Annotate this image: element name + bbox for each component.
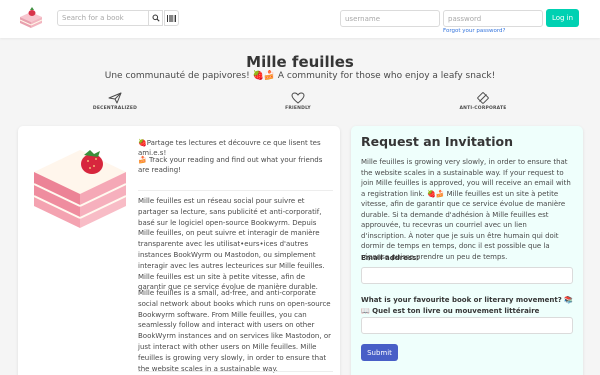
barcode-icon <box>167 14 176 22</box>
divider <box>138 371 333 372</box>
feature-decentralized: DECENTRALIZED <box>70 92 160 111</box>
paper-plane-icon <box>108 92 122 104</box>
forgot-password-link[interactable]: Forgot your password? <box>443 28 505 34</box>
email-label: Email address: <box>361 254 420 262</box>
search-input[interactable] <box>57 10 149 26</box>
feature-label: DECENTRALIZED <box>92 106 138 111</box>
invite-request-card: Request an Invitation Mille feuilles is … <box>351 126 583 375</box>
heart-icon <box>291 92 305 104</box>
login-button[interactable]: Log in <box>546 9 579 27</box>
page-title: Mille feuilles <box>246 53 354 71</box>
intro-english: 🍰 Track your reading and find out what y… <box>138 156 323 174</box>
username-field[interactable] <box>340 10 440 27</box>
feature-label: ANTI-CORPORATE <box>459 106 507 111</box>
barcode-scan-button[interactable] <box>164 10 179 26</box>
anti-corporate-icon <box>477 92 489 104</box>
invite-title: Request an Invitation <box>361 134 514 149</box>
email-field[interactable] <box>361 267 573 284</box>
about-card: 🍓Partage tes lectures et découvre ce que… <box>18 126 340 375</box>
strawberry-mille-feuille-logo[interactable] <box>18 5 44 29</box>
mille-feuille-illustration <box>30 140 130 232</box>
password-field[interactable] <box>443 10 543 27</box>
feature-anti-corporate: ANTI-CORPORATE <box>438 92 528 111</box>
top-navbar: Log in Forgot your password? <box>0 0 600 38</box>
about-paragraph-french: Mille feuilles est un réseau social pour… <box>138 197 325 292</box>
divider <box>138 190 333 191</box>
submit-button[interactable]: Submit <box>361 344 398 361</box>
invite-description: Mille feuilles is growing very slowly, i… <box>361 158 571 261</box>
about-paragraph-english: Mille feuilles is a small, ad-free, and … <box>138 289 331 373</box>
page-subtitle: Une communauté de papivores! 🍓🍰 A commun… <box>104 71 496 81</box>
feature-label: FRIENDLY <box>285 106 311 111</box>
search-button[interactable] <box>148 10 163 26</box>
favourite-book-field[interactable] <box>361 317 573 334</box>
feature-friendly: FRIENDLY <box>253 92 343 111</box>
search-icon <box>152 14 160 22</box>
